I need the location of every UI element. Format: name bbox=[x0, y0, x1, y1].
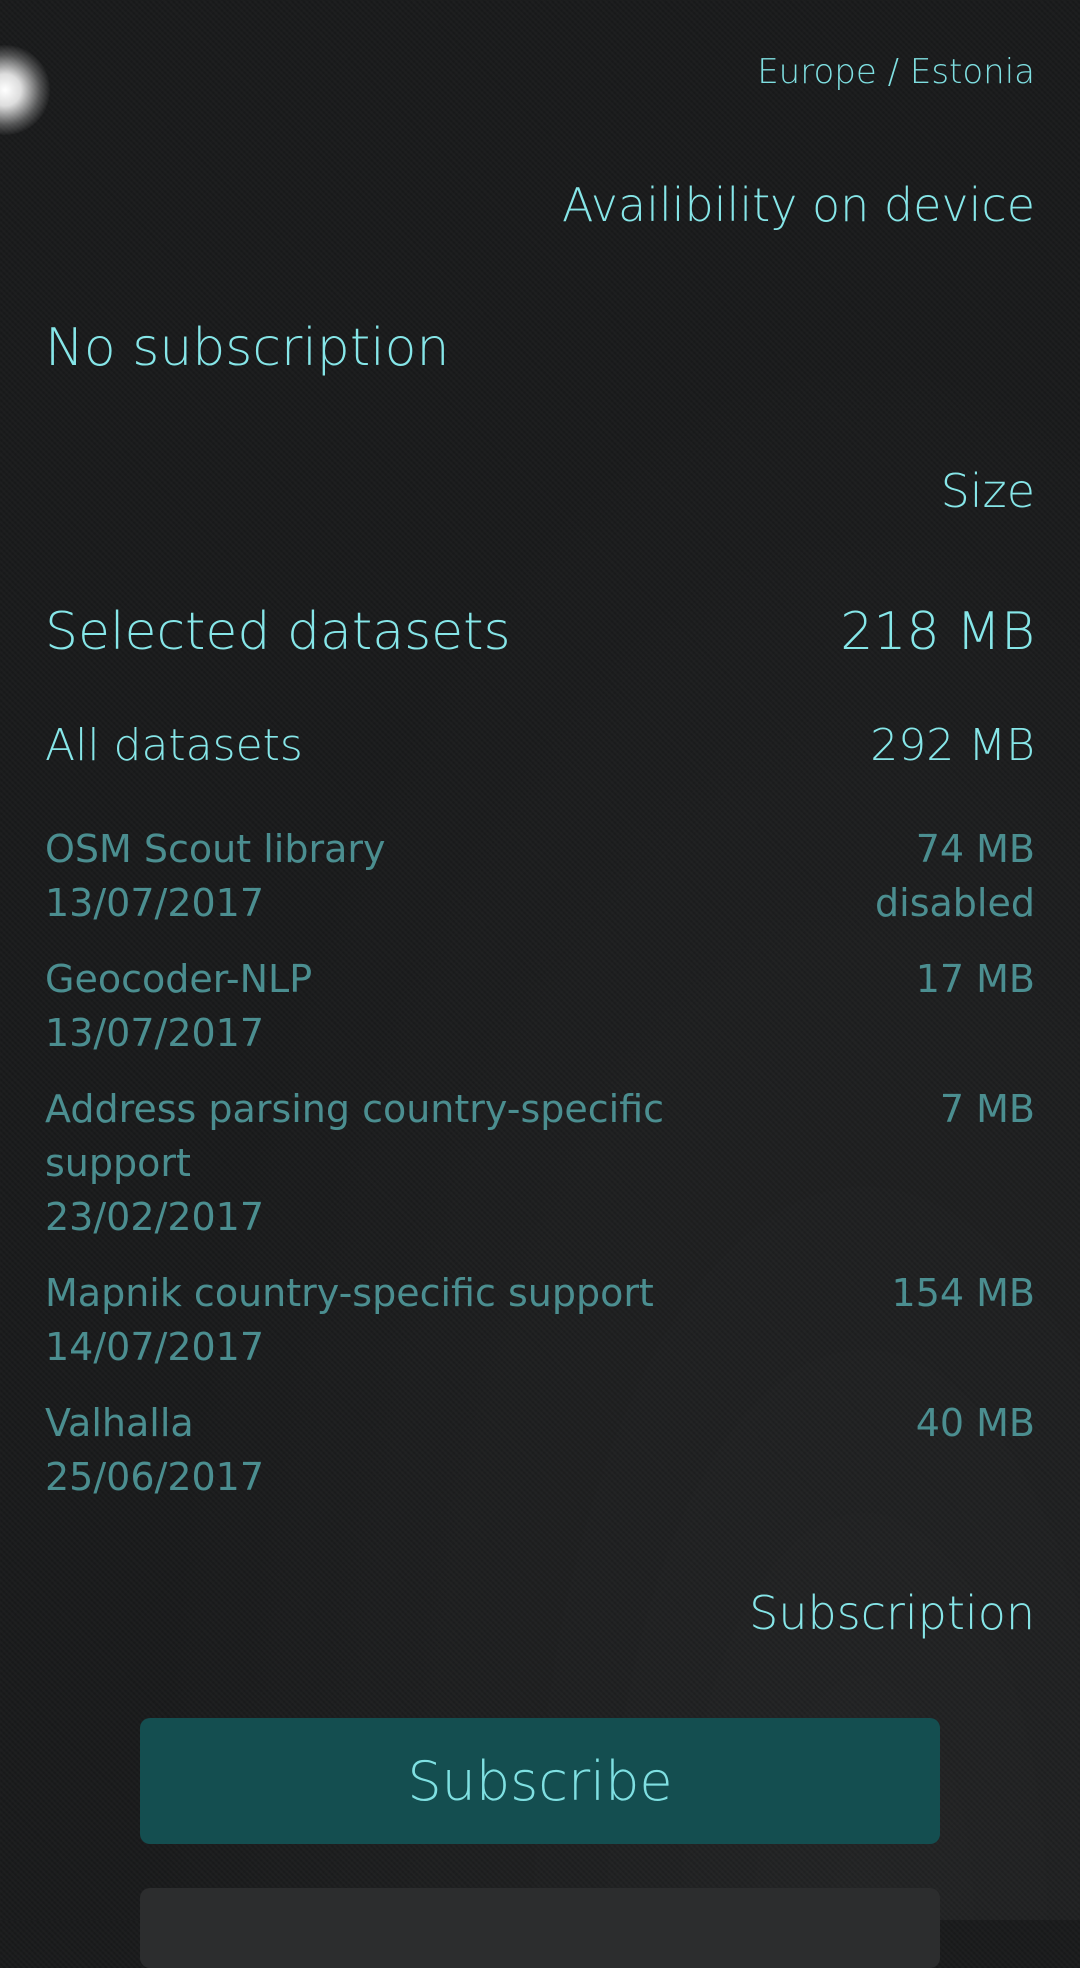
dataset-name: Mapnik country-specific support bbox=[45, 1271, 654, 1315]
dataset-date: 23/02/2017 bbox=[45, 1195, 265, 1239]
size-section-header: Size bbox=[940, 464, 1035, 518]
secondary-button[interactable] bbox=[140, 1888, 940, 1968]
dataset-name: Valhalla bbox=[45, 1401, 194, 1445]
all-datasets-label: All datasets bbox=[45, 720, 303, 771]
dataset-date: 13/07/2017 bbox=[45, 881, 265, 925]
dataset-status: disabled bbox=[875, 881, 1035, 925]
availability-section-header: Availibility on device bbox=[562, 178, 1035, 232]
breadcrumb: Europe / Estonia bbox=[757, 52, 1035, 92]
dataset-name: OSM Scout library bbox=[45, 827, 386, 871]
all-datasets-size: 292 MB bbox=[870, 720, 1035, 771]
dataset-size: 74 MB bbox=[915, 827, 1035, 871]
selected-datasets-label: Selected datasets bbox=[45, 602, 511, 662]
dataset-size: 17 MB bbox=[915, 957, 1035, 1001]
pulley-menu-indicator bbox=[0, 45, 50, 135]
dataset-size: 40 MB bbox=[915, 1401, 1035, 1445]
subscribe-button[interactable]: Subscribe bbox=[140, 1718, 940, 1844]
dataset-date: 14/07/2017 bbox=[45, 1325, 265, 1369]
dataset-name: Geocoder-NLP bbox=[45, 957, 313, 1001]
selected-datasets-size: 218 MB bbox=[840, 602, 1035, 662]
availability-status: No subscription bbox=[45, 318, 450, 378]
dataset-date: 13/07/2017 bbox=[45, 1011, 265, 1055]
dataset-date: 25/06/2017 bbox=[45, 1455, 265, 1499]
dataset-size: 7 MB bbox=[939, 1087, 1035, 1131]
subscription-section-header: Subscription bbox=[749, 1586, 1035, 1640]
dataset-size: 154 MB bbox=[891, 1271, 1035, 1315]
dataset-name: Address parsing country-specific support bbox=[45, 1087, 665, 1185]
